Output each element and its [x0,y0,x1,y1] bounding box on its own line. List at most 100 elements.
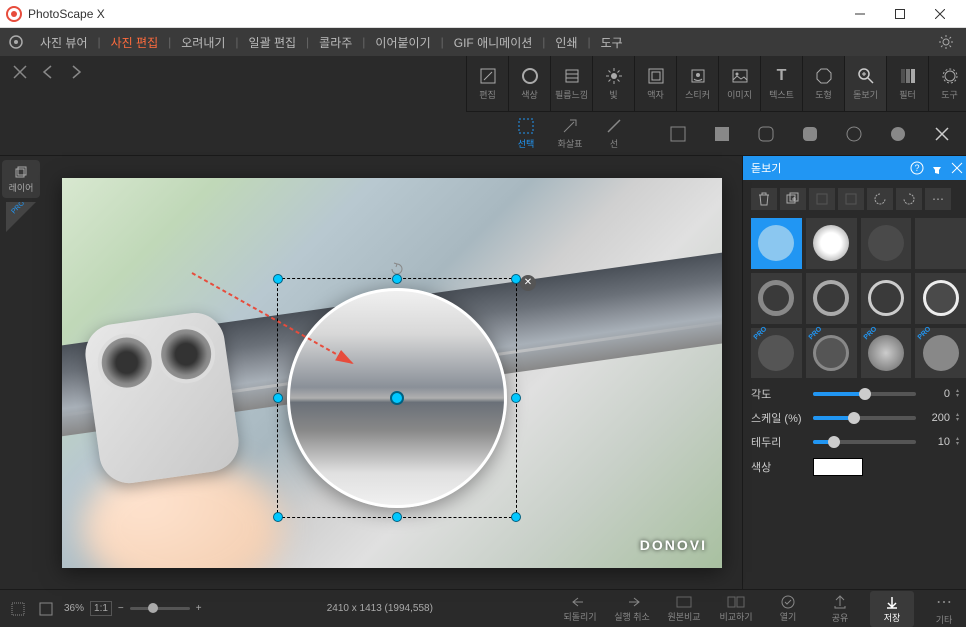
preset-12[interactable]: PRO [915,328,966,379]
handle-ml[interactable] [273,393,283,403]
zoom-out-icon[interactable]: − [118,603,124,614]
shape-roundrect-outline[interactable] [744,118,788,150]
action-open[interactable]: 열기 [766,595,810,623]
handle-tl[interactable] [273,274,283,284]
tool-edit[interactable]: 편집 [466,56,508,111]
tool-tools[interactable]: 도구 [928,56,966,111]
tool-image[interactable]: 이미지 [718,56,760,111]
handle-mr[interactable] [511,393,521,403]
zoom-slider[interactable] [130,607,190,610]
slider-border[interactable]: 테두리 10▴▾ [751,434,966,450]
nav-forward-icon[interactable] [64,60,88,84]
handle-tm[interactable] [392,274,402,284]
tool-color[interactable]: 색상 [508,56,550,111]
shape-close[interactable] [920,118,964,150]
handle-center[interactable] [390,391,404,405]
nav-back-icon[interactable] [36,60,60,84]
preset-4[interactable] [915,218,966,269]
nav-bar [0,56,466,88]
selection-box[interactable]: ✕ [277,278,517,518]
bring-forward-icon[interactable] [809,188,835,210]
menu-tools[interactable]: 도구 [591,28,633,56]
handle-br[interactable] [511,512,521,522]
subtool-select[interactable]: 선택 [504,117,548,150]
more-icon[interactable]: ⋯ [925,188,951,210]
zoom-in-icon[interactable]: + [196,603,202,614]
canvas[interactable]: ✕ DONOVI [62,178,722,568]
panel-close-icon[interactable] [948,159,966,177]
zoom-percent[interactable]: 36% [64,603,84,614]
rotate-right-icon[interactable] [896,188,922,210]
preset-8[interactable] [915,273,966,324]
maximize-button[interactable] [880,0,920,28]
preset-6[interactable] [806,273,857,324]
color-row: 색상 [751,458,966,476]
tool-filter[interactable]: 필터 [886,56,928,111]
menu-cutout[interactable]: 오려내기 [171,28,235,56]
rotate-left-icon[interactable] [867,188,893,210]
menu-collage[interactable]: 콜라주 [309,28,362,56]
tool-light[interactable]: 빛 [592,56,634,111]
grid-icon[interactable] [8,599,28,619]
handle-bl[interactable] [273,512,283,522]
color-swatch[interactable] [813,458,863,476]
preset-1[interactable] [751,218,802,269]
slider-angle[interactable]: 각도 0▴▾ [751,386,966,402]
close-button[interactable] [920,0,960,28]
menu-viewer[interactable]: 사진 뷰어 [30,28,98,56]
shape-rect-fill[interactable] [700,118,744,150]
layers-tab[interactable]: 레이어 [2,160,40,198]
menu-combine[interactable]: 이어붙이기 [365,28,440,56]
handle-bm[interactable] [392,512,402,522]
shape-rect-outline[interactable] [656,118,700,150]
tool-magnifier[interactable]: 돋보기 [844,56,886,111]
zoom-11[interactable]: 1:1 [90,601,112,616]
tool-shape[interactable]: 도형 [802,56,844,111]
preset-3[interactable] [861,218,912,269]
duplicate-icon[interactable] [780,188,806,210]
preset-11[interactable]: PRO [861,328,912,379]
pro-badge: PRO [6,202,36,232]
preset-2[interactable] [806,218,857,269]
action-undo[interactable]: 되돌리기 [558,595,602,623]
delete-icon[interactable] [751,188,777,210]
menu-print[interactable]: 인쇄 [545,28,587,56]
layer-strip: 레이어 PRO [0,156,42,589]
sub-toolbar: 선택 화살표 선 [0,112,966,156]
send-backward-icon[interactable] [838,188,864,210]
home-icon[interactable] [6,32,26,52]
slider-scale[interactable]: 스케일 (%) 200▴▾ [751,410,966,426]
handle-tr[interactable] [511,274,521,284]
action-save[interactable]: 저장 [870,591,914,627]
menu-gif[interactable]: GIF 애니메이션 [444,28,543,56]
delete-handle[interactable]: ✕ [520,275,536,291]
panel-pin-icon[interactable] [928,159,946,177]
action-compare-original[interactable]: 원본비교 [662,595,706,623]
menu-batch[interactable]: 일괄 편집 [239,28,307,56]
preset-9[interactable]: PRO [751,328,802,379]
shape-circle-fill[interactable] [876,118,920,150]
subtool-arrow[interactable]: 화살표 [548,117,592,150]
tool-sticker[interactable]: 스티커 [676,56,718,111]
action-redo[interactable]: 실행 취소 [610,595,654,623]
action-share[interactable]: 공유 [818,594,862,624]
checker-icon[interactable] [36,599,56,619]
panel-help-icon[interactable]: ? [908,159,926,177]
preset-5[interactable] [751,273,802,324]
tool-text[interactable]: T텍스트 [760,56,802,111]
minimize-button[interactable] [840,0,880,28]
subtool-line[interactable]: 선 [592,117,636,150]
menu-editor[interactable]: 사진 편집 [101,28,169,56]
preset-grid: PRO PRO PRO PRO [751,218,966,378]
shape-circle-outline[interactable] [832,118,876,150]
shape-roundrect-fill[interactable] [788,118,832,150]
close-tab-icon[interactable] [8,60,32,84]
panel-title: 돋보기 [751,160,906,176]
action-more[interactable]: ⋯기타 [922,592,966,626]
preset-10[interactable]: PRO [806,328,857,379]
tool-frame[interactable]: 액자 [634,56,676,111]
preset-7[interactable] [861,273,912,324]
settings-icon[interactable] [936,32,956,52]
tool-film[interactable]: 필름느낌 [550,56,592,111]
action-compare-side[interactable]: 비교하기 [714,595,758,623]
